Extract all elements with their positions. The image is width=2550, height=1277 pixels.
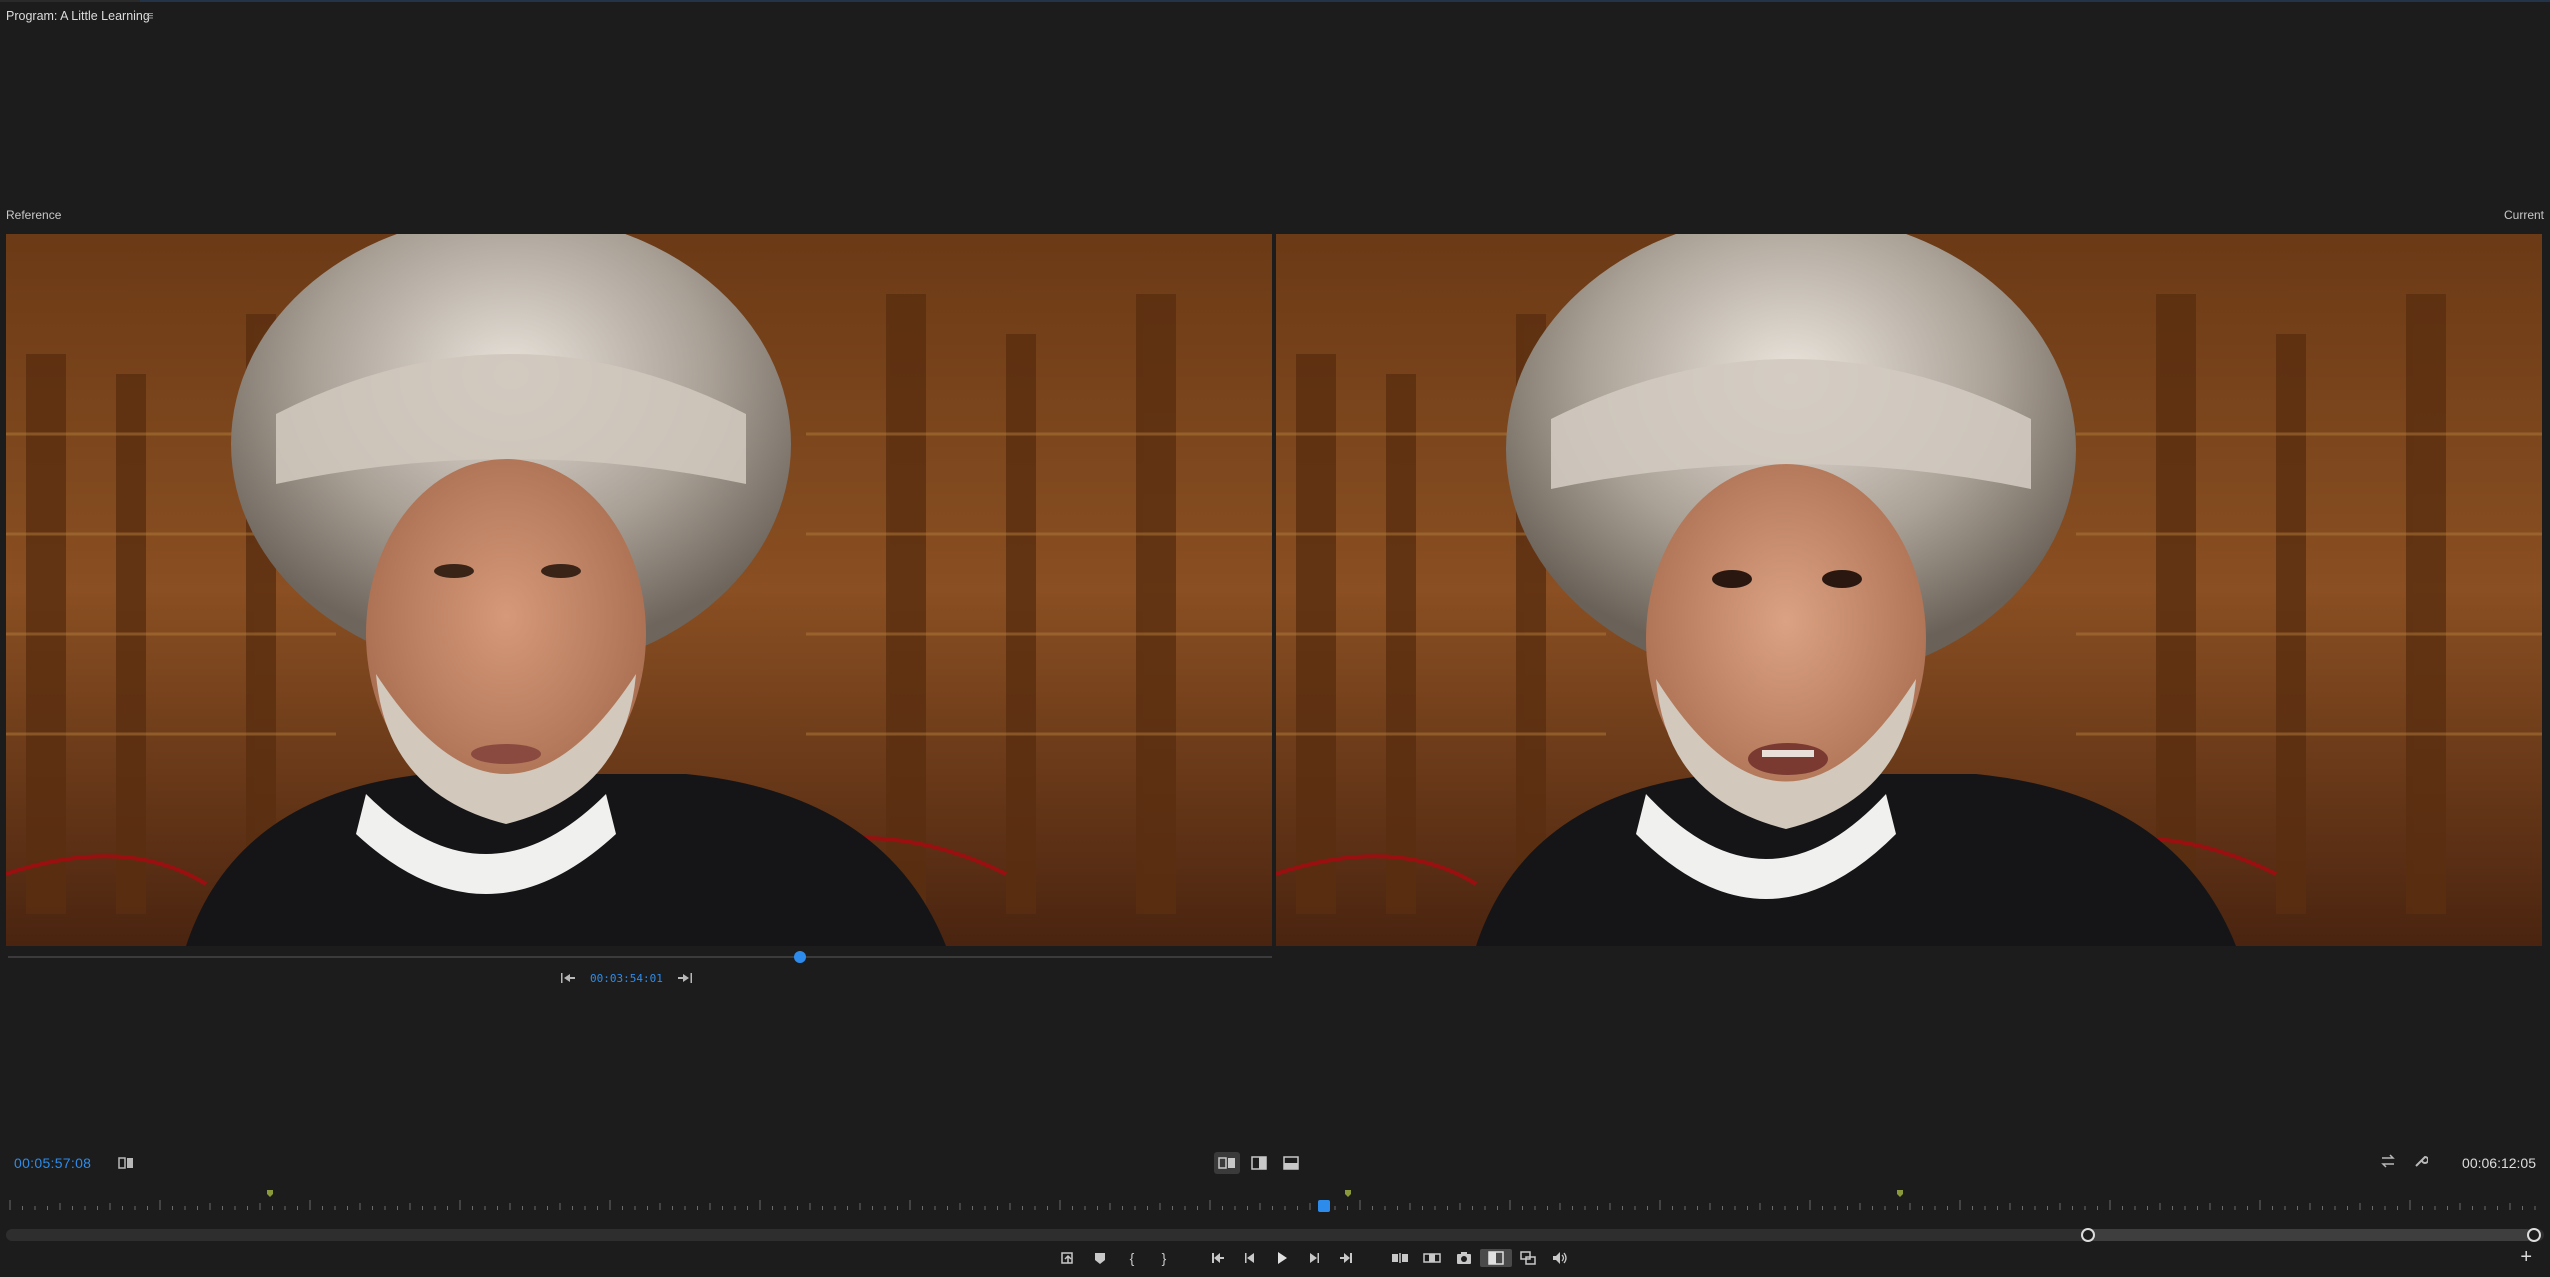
panel-title: Program: A Little Learning [6,9,150,23]
comparison-view-toggle-icon[interactable] [1480,1249,1512,1267]
right-tools [2380,1154,2428,1168]
reference-scrub-handle[interactable] [794,951,806,963]
current-frame-image [1276,234,2542,946]
zoom-end-handle[interactable] [2527,1228,2541,1242]
panel-top-border [0,0,2550,2]
button-editor-add-icon[interactable]: + [2520,1247,2532,1267]
go-to-previous-edit-icon[interactable] [560,972,576,984]
reference-scrub-track[interactable] [8,956,1272,958]
insert-icon[interactable] [1384,1249,1416,1267]
go-to-out-icon[interactable] [1330,1249,1362,1267]
reference-label: Reference [6,208,62,222]
duration-timecode: 00:06:12:05 [2462,1155,2536,1171]
horizontal-split-icon[interactable] [1278,1152,1304,1174]
zoom-start-handle[interactable] [2081,1228,2095,1242]
vertical-split-icon[interactable] [1246,1152,1272,1174]
overwrite-icon[interactable] [1416,1249,1448,1267]
swap-sides-icon[interactable] [2380,1154,2396,1168]
timeline-marker [267,1190,273,1197]
time-ruler[interactable] [6,1186,2544,1214]
timeline-marker [1897,1190,1903,1197]
volume-icon[interactable] [1544,1249,1576,1267]
comparison-view-icon[interactable] [118,1156,134,1170]
multi-camera-icon[interactable] [1512,1249,1544,1267]
playhead-marker[interactable] [1318,1200,1330,1212]
wrench-settings-icon[interactable] [2414,1154,2428,1168]
go-to-in-icon[interactable] [1202,1249,1234,1267]
zoom-scroll-thumb[interactable] [2082,1229,2532,1241]
reference-controls: 00:03:54:01 [560,970,693,986]
transport-controls: { } [1052,1249,1576,1267]
playhead-timecode[interactable]: 00:05:57:08 [14,1155,91,1171]
add-marker-icon[interactable] [1084,1249,1116,1267]
lift-icon[interactable] [1052,1249,1084,1267]
current-viewer[interactable] [1276,234,2542,946]
compare-mode-group [1214,1152,1304,1174]
reference-viewer[interactable] [6,234,1272,946]
reference-frame-image [6,234,1272,946]
current-label: Current [2503,208,2544,222]
play-icon[interactable] [1266,1249,1298,1267]
go-to-next-edit-icon[interactable] [677,972,693,984]
hamburger-icon[interactable]: ≡ [146,8,154,23]
mark-out-icon[interactable]: } [1148,1249,1180,1267]
export-frame-icon[interactable] [1448,1249,1480,1267]
step-back-icon[interactable] [1234,1249,1266,1267]
step-forward-icon[interactable] [1298,1249,1330,1267]
timeline-marker [1345,1190,1351,1197]
side-by-side-icon[interactable] [1214,1152,1240,1174]
active-panel-highlight [140,0,2550,2]
reference-timecode[interactable]: 00:03:54:01 [590,972,663,985]
mark-in-icon[interactable]: { [1116,1249,1148,1267]
